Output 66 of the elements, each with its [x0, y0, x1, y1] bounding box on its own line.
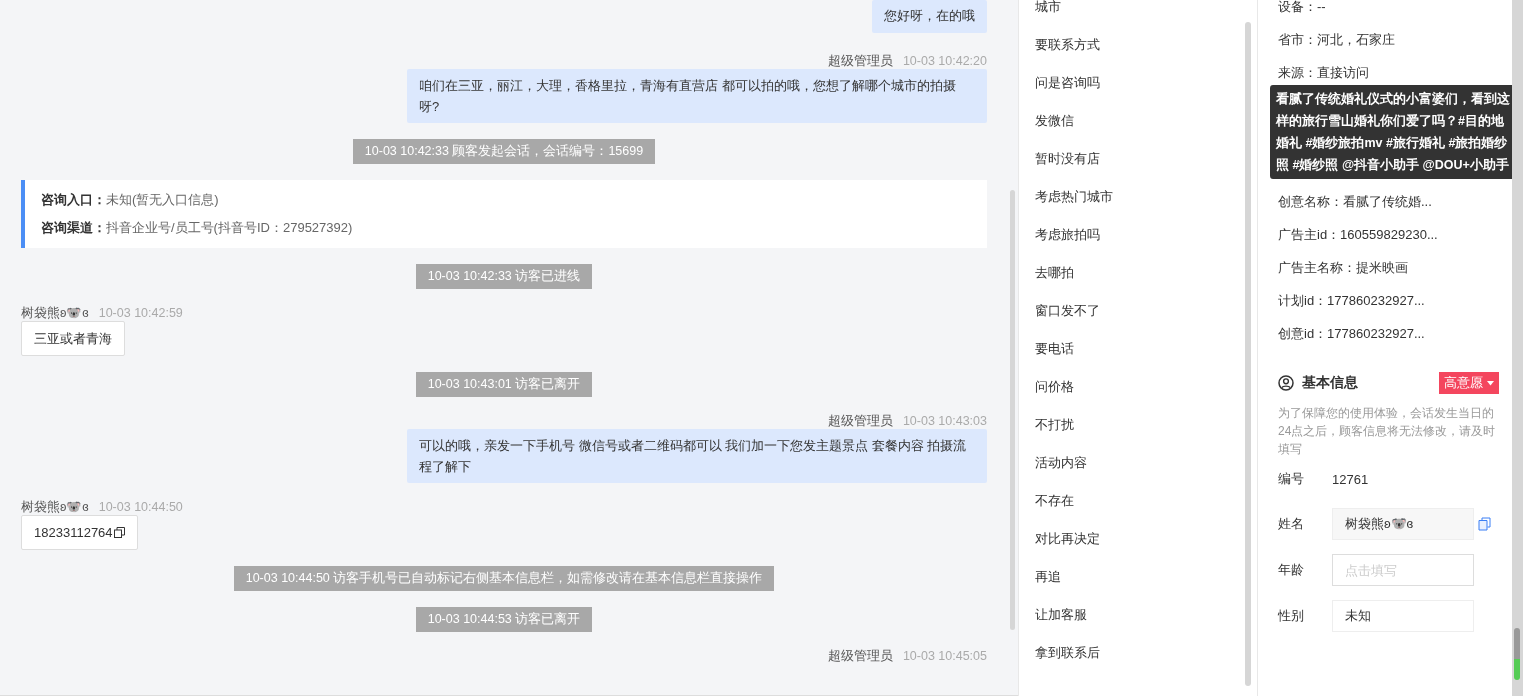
scrollbar[interactable]	[1512, 0, 1523, 696]
quick-reply-item[interactable]: 暂时没有店	[1035, 140, 1257, 178]
source-label: 咨询入口：	[41, 192, 106, 207]
message-time: 10-03 10:42:20	[902, 53, 987, 69]
quick-reply-item[interactable]: 考虑旅拍吗	[1035, 216, 1257, 254]
scrollbar[interactable]	[1010, 190, 1015, 630]
source-label: 咨询渠道：	[41, 220, 106, 235]
message-bubble: 咱们在三亚，丽江，大理，香格里拉，青海有直营店 都可以拍的哦，您想了解哪个城市的拍摄呀?	[407, 69, 987, 123]
quick-reply-item[interactable]: 窗口发不了	[1035, 292, 1257, 330]
info-row-text: 创意id：177860232927...	[1278, 325, 1426, 343]
system-notice: 10-03 10:43:01 访客已离开	[415, 372, 593, 397]
quick-reply-item[interactable]: 拿到联系后	[1035, 634, 1257, 672]
sender-name: 超级管理员	[827, 53, 893, 69]
name-field[interactable]: 树袋熊ʚ🐨ɞ	[1332, 508, 1474, 540]
sender-name: 树袋熊ʚ🐨ɞ	[21, 305, 89, 321]
system-notice: 10-03 10:44:53 访客已离开	[415, 607, 593, 632]
message-time: 10-03 10:44:50	[98, 499, 183, 515]
message-time: 10-03 10:42:59	[98, 305, 183, 321]
message-bubble: 您好呀，在的哦	[872, 0, 987, 33]
info-row-text: 创意名称：看腻了传统婚...	[1278, 193, 1433, 211]
field-label: 姓名	[1278, 515, 1305, 533]
message-time: 10-03 10:43:03	[902, 413, 987, 429]
quick-reply-item[interactable]: 发微信	[1035, 102, 1257, 140]
quick-reply-item[interactable]: 不存在	[1035, 482, 1257, 520]
section-title: 基本信息	[1302, 374, 1358, 392]
sender-name: 超级管理员	[827, 648, 893, 664]
source-value: 未知(暂无入口信息)	[106, 192, 219, 207]
info-row-text: 来源：直接访问	[1278, 64, 1370, 82]
quick-reply-item[interactable]: 对比再决定	[1035, 520, 1257, 558]
quick-reply-item[interactable]: 问价格	[1035, 368, 1257, 406]
quick-reply-item[interactable]: 问是咨询吗	[1035, 64, 1257, 102]
field-value: 12761	[1332, 471, 1369, 487]
system-notice: 10-03 10:44:50 访客手机号已自动标记右侧基本信息栏，如需修改请在基本信息栏直接操作	[233, 566, 775, 591]
info-row-text: 广告主id：160559829230...	[1278, 226, 1439, 244]
system-notice: 10-03 10:42:33 访客已进线	[415, 264, 593, 289]
field-label: 年龄	[1278, 561, 1305, 579]
notice-text: 为了保障您的使用体验，会话发生当日的24点之后，顾客信息将无法修改，请及时填写	[1278, 405, 1497, 458]
copy-icon[interactable]	[113, 527, 125, 538]
info-row-text: 计划id：177860232927...	[1278, 292, 1426, 310]
user-icon	[1278, 375, 1294, 391]
quick-reply-item[interactable]: 活动内容	[1035, 444, 1257, 482]
message-time: 10-03 10:45:05	[902, 648, 987, 664]
quick-reply-item[interactable]: 去哪拍	[1035, 254, 1257, 292]
field-label: 性别	[1278, 607, 1305, 625]
message-bubble: 18233112764	[21, 515, 138, 550]
sender-name: 树袋熊ʚ🐨ɞ	[21, 499, 89, 515]
caret-icon	[1487, 380, 1494, 386]
info-row-text: 省市：河北，石家庄	[1278, 31, 1396, 49]
quick-reply-item[interactable]: 城市	[1035, 0, 1257, 26]
quick-reply-item[interactable]: 考虑热门城市	[1035, 178, 1257, 216]
message-bubble: 可以的哦，亲发一下手机号 微信号或者二维码都可以 我们加一下您发主题景点 套餐内容 拍摄流程了解下	[407, 429, 987, 483]
info-row-text: 广告主名称：提米映画	[1278, 259, 1409, 277]
quick-reply-item[interactable]: 不打扰	[1035, 406, 1257, 444]
quick-reply-item[interactable]: 要电话	[1035, 330, 1257, 368]
gender-select[interactable]: 未知	[1332, 600, 1474, 632]
quick-reply-item[interactable]: 要联系方式	[1035, 26, 1257, 64]
scrollbar[interactable]	[1245, 22, 1251, 686]
source-value: 抖音企业号/员工号(抖音号ID：279527392)	[106, 220, 353, 235]
system-notice: 10-03 10:42:33 顾客发起会话，会话编号：15699	[352, 139, 656, 164]
message-bubble: 三亚或者青海	[21, 321, 125, 356]
quick-reply-item[interactable]: 再追	[1035, 558, 1257, 596]
quick-reply-item[interactable]: 让加客服	[1035, 596, 1257, 634]
intent-dropdown[interactable]: 高意愿	[1439, 372, 1499, 394]
field-label: 编号	[1278, 470, 1305, 488]
info-row-text: 设备：--	[1278, 0, 1327, 16]
sender-name: 超级管理员	[827, 413, 893, 429]
